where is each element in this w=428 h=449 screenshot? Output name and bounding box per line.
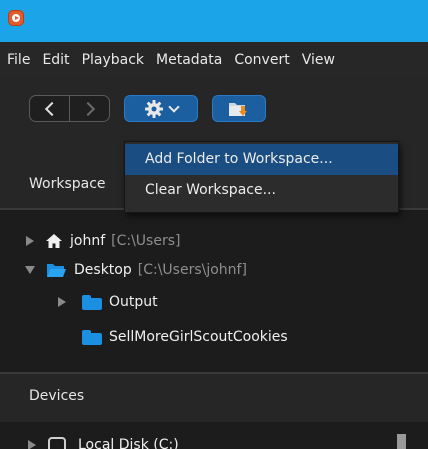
expand-arrow-icon[interactable] [28,440,36,449]
menu-file[interactable]: File [0,42,36,78]
tree-item-path: [C:\Users\johnf] [137,262,247,278]
menu-view[interactable]: View [296,42,341,78]
tree-item-local-disk[interactable]: Local Disk (C:) [28,437,179,449]
devices-title: Devices [29,388,85,404]
scrollbar-thumb[interactable] [397,434,406,449]
menu-bar: File Edit Playback Metadata Convert View [0,42,428,78]
tree-item-label: SellMoreGirlScoutCookies [109,329,288,345]
tree-item-path: [C:\Users] [111,233,181,249]
devices-list: Local Disk (C:) [0,422,428,449]
title-bar [0,0,428,42]
tree-item-sellmoregirlscoutcookies[interactable]: SellMoreGirlScoutCookies [0,321,428,353]
chevron-down-icon [168,100,180,113]
tree-item-label: Output [109,294,158,310]
settings-menu-button[interactable] [124,95,198,122]
tree-item-label: Local Disk (C:) [78,437,179,449]
tree-item-label: johnf [70,233,106,249]
menu-playback[interactable]: Playback [76,42,150,78]
menu-item-add-folder-to-workspace[interactable]: Add Folder to Workspace... [125,144,398,175]
folder-icon [82,329,102,345]
workspace-title: Workspace [29,176,106,192]
menu-item-clear-workspace[interactable]: Clear Workspace... [125,175,398,206]
tree-item-label: Desktop [74,262,132,278]
back-button[interactable] [30,96,69,121]
workspace-tree: johnf [C:\Users] Desktop [C:\Users\johnf… [0,210,428,372]
tree-item-home[interactable]: johnf [C:\Users] [0,225,428,257]
tree-item-desktop[interactable]: Desktop [C:\Users\johnf] [0,254,428,286]
app-window: File Edit Playback Metadata Convert View [0,0,428,449]
folder-import-icon [229,102,247,116]
settings-dropdown-menu: Add Folder to Workspace... Clear Workspa… [124,141,399,213]
collapse-arrow-icon[interactable] [25,266,35,274]
disk-drive-icon [48,437,66,449]
import-folder-button[interactable] [212,95,266,122]
tree-item-output[interactable]: Output [0,286,428,318]
chevron-right-icon [80,101,95,116]
expand-arrow-icon[interactable] [58,297,66,307]
menu-metadata[interactable]: Metadata [150,42,228,78]
gear-icon [145,99,163,118]
home-icon [46,234,62,248]
folder-open-icon [47,264,66,277]
chevron-left-icon [44,101,59,116]
toolbar [0,78,428,130]
forward-button[interactable] [69,96,109,121]
folder-icon [82,294,102,310]
app-logo-icon [8,10,24,26]
nav-button-group [29,95,110,122]
menu-edit[interactable]: Edit [36,42,75,78]
expand-arrow-icon[interactable] [26,236,34,246]
menu-convert[interactable]: Convert [228,42,295,78]
